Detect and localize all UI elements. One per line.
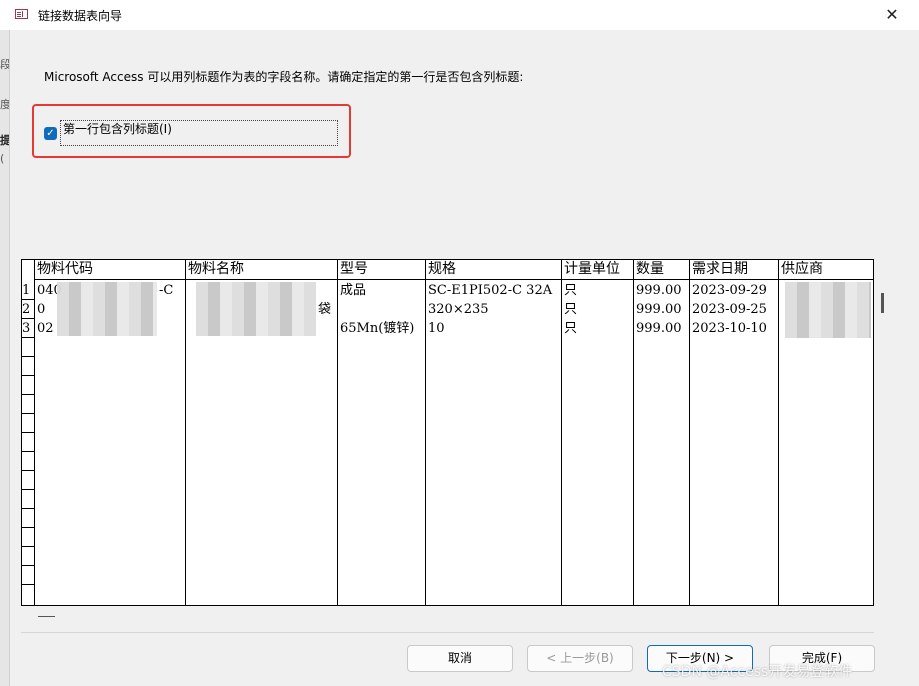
window-title: 链接数据表向导 [38,9,123,23]
column-header[interactable]: 物料名称 [186,260,337,280]
column-header[interactable]: 计量单位 [562,260,633,280]
column-header[interactable]: 数量 [634,260,689,280]
column-header[interactable]: 物料代码 [35,260,185,280]
grid-cell: 2023-09-25 [692,302,767,317]
row-number: 2 [22,302,31,317]
clipped-text: 段 [0,58,9,71]
clipped-text: 提 [0,134,9,147]
grid-cell: 只 [564,302,578,317]
instruction-text: Microsoft Access 可以用列标题作为表的字段名称。请确定指定的第一… [44,70,524,84]
column-header[interactable]: 供应商 [779,260,873,280]
redacted-block [785,282,871,338]
column-unit[interactable]: 计量单位 只 只 只 [562,260,634,605]
redacted-block [57,282,157,336]
grid-cell: 2023-09-29 [692,283,767,298]
grid-cell: 成品 [340,283,367,298]
grid-cell: 只 [564,321,578,336]
cancel-button[interactable]: 取消 [407,645,513,672]
data-preview-grid[interactable]: 1 2 3 物料代码 040 -C 0 02 物料名称 袋 型号 成品 65Mn… [21,259,874,606]
row-number: 3 [22,321,31,336]
datasheet-icon [15,9,28,19]
clipped-text: 度 [0,98,9,111]
redacted-block [196,282,316,336]
back-button[interactable]: < 上一步(B) [527,645,633,672]
title-bar: 链接数据表向导 ✕ [0,0,919,30]
column-required-date[interactable]: 需求日期 2023-09-29 2023-09-25 2023-10-10 [690,260,779,605]
grid-cell: 只 [564,283,578,298]
grid-cell: 65Mn(镀锌) [340,321,415,336]
vertical-scroll-thumb[interactable] [881,293,884,313]
grid-cell-fragment: -C [159,283,174,298]
grid-cell: 10 [428,321,445,336]
grid-cell: 999.00 [636,283,682,298]
grid-cell: 999.00 [636,321,682,336]
column-header[interactable]: 型号 [338,260,425,280]
watermark-text: CSDN @Access开发易登软件 [662,664,853,680]
column-spec[interactable]: 规格 SC-E1PI502-C 32A 320×235 10 [426,260,562,605]
row-number: 1 [22,283,31,298]
grid-cell [338,300,425,319]
column-header[interactable]: 需求日期 [690,260,778,280]
row-number-column: 1 2 3 [22,260,35,605]
close-button[interactable]: ✕ [881,4,903,26]
footer-divider [21,632,874,633]
background-window-edge: 段 度 提 ( [0,30,10,686]
column-model[interactable]: 型号 成品 65Mn(镀锌) [338,260,426,605]
horizontal-scroll-thumb[interactable] [38,616,55,617]
highlight-annotation [32,104,351,158]
grid-cell: 2023-10-10 [692,321,767,336]
column-material-name[interactable]: 物料名称 袋 [186,260,338,605]
grid-cell: SC-E1PI502-C 32A [428,283,553,298]
column-header[interactable]: 规格 [426,260,561,280]
grid-cell: 320×235 [428,302,489,317]
clipped-text: ( [0,152,5,165]
grid-cell: 999.00 [636,302,682,317]
column-material-code[interactable]: 物料代码 040 -C 0 02 [35,260,186,605]
column-quantity[interactable]: 数量 999.00 999.00 999.00 [634,260,690,605]
column-supplier[interactable]: 供应商 [779,260,873,605]
grid-cell-fragment: 袋 [318,302,332,317]
